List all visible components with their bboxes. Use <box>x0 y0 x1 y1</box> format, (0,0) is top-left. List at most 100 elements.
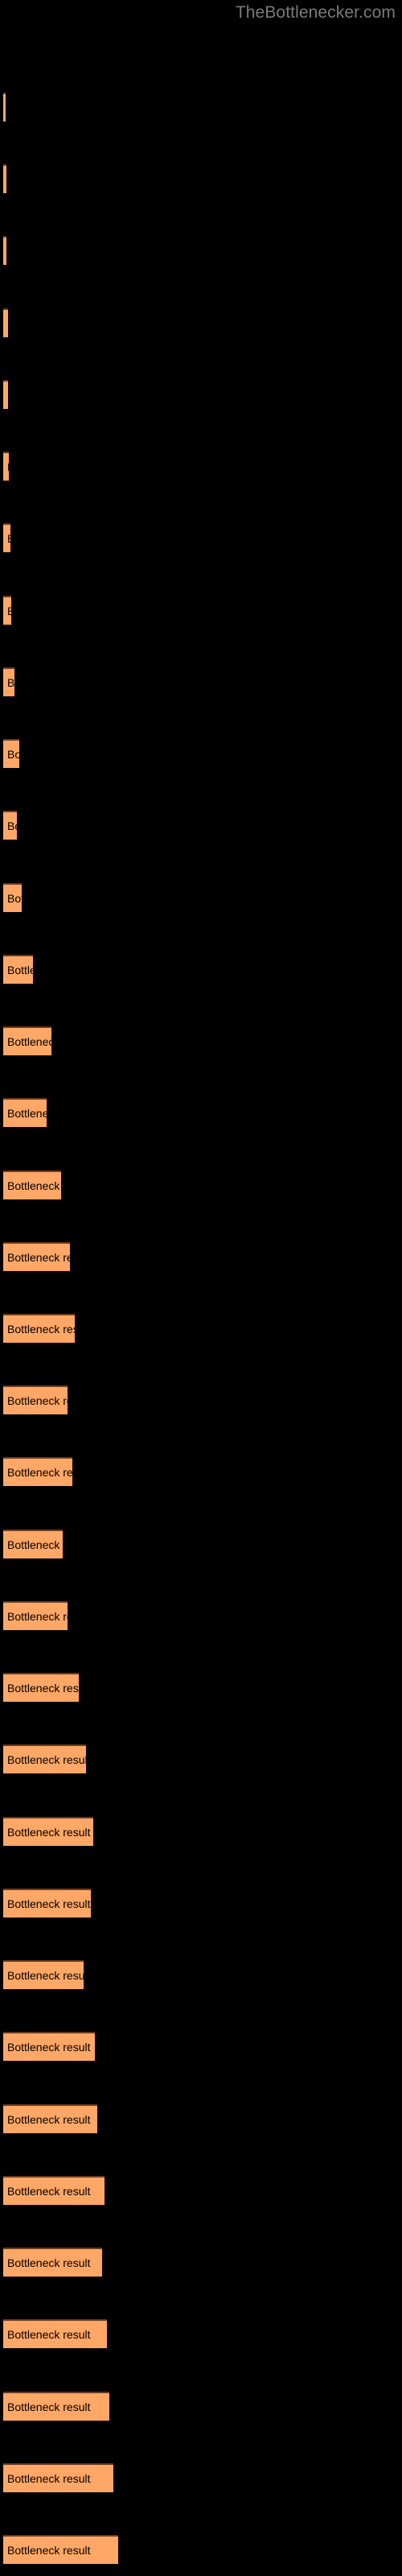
bar-label: Bottleneck result <box>7 318 8 329</box>
bar-label: Bottleneck result <box>7 2256 91 2269</box>
bar-31[interactable]: Bottleneck result <box>3 2248 102 2277</box>
bar-23[interactable]: Bottleneck result <box>3 1673 79 1702</box>
bar-row: Bottleneck result <box>0 1960 402 1989</box>
bar-label: Bottleneck result <box>7 2544 91 2557</box>
bar-30[interactable]: Bottleneck result <box>3 2176 105 2205</box>
bar-row: Bottleneck result <box>0 2104 402 2133</box>
bar-row: Bottleneck result <box>0 2463 402 2492</box>
bar-14[interactable]: Bottleneck result <box>3 1026 51 1055</box>
bar-label: Bottleneck result <box>7 1753 86 1766</box>
bar-row: Bottleneck result <box>0 1170 402 1199</box>
bar-label: Bottleneck result <box>7 461 9 473</box>
bar-label: Bottleneck result <box>7 1826 91 1839</box>
bar-label: Bottleneck result <box>7 1035 51 1048</box>
bar-label: Bottleneck result <box>7 819 17 832</box>
bar-22[interactable]: Bottleneck result <box>3 1601 68 1630</box>
bar-row: Bottleneck result <box>0 2535 402 2564</box>
bar-label: Bottleneck result <box>7 2472 91 2485</box>
bar-1[interactable]: Bottleneck result <box>3 93 6 122</box>
bar-row: Bottleneck result <box>0 2319 402 2348</box>
bar-label: Bottleneck result <box>7 533 10 544</box>
bar-label: Bottleneck result <box>7 2113 91 2126</box>
bar-label: Bottleneck result <box>7 1969 84 1982</box>
bar-row: Bottleneck result <box>0 1457 402 1486</box>
bar-label: Bottleneck result <box>7 1323 75 1335</box>
bar-label: Bottleneck result <box>7 2328 91 2341</box>
bar-11[interactable]: Bottleneck result <box>3 811 17 840</box>
bar-21[interactable]: Bottleneck result <box>3 1530 63 1558</box>
bar-27[interactable]: Bottleneck result <box>3 1960 84 1989</box>
bar-label: Bottleneck result <box>7 1682 79 1695</box>
bar-17[interactable]: Bottleneck result <box>3 1242 70 1271</box>
bar-row: Bottleneck result <box>0 2248 402 2277</box>
bar-6[interactable]: Bottleneck result <box>3 452 9 481</box>
bar-row: Bottleneck result <box>0 1530 402 1558</box>
bar-row: Bottleneck result <box>0 955 402 984</box>
bar-row: Bottleneck result <box>0 308 402 337</box>
bar-row: Bottleneck result <box>0 1242 402 1271</box>
bar-label: Bottleneck result <box>7 1179 61 1192</box>
bar-35[interactable]: Bottleneck result <box>3 2535 118 2564</box>
bar-row: Bottleneck result <box>0 164 402 193</box>
bar-19[interactable]: Bottleneck result <box>3 1385 68 1414</box>
bar-32[interactable]: Bottleneck result <box>3 2319 107 2348</box>
bar-row: Bottleneck result <box>0 1744 402 1773</box>
bar-13[interactable]: Bottleneck result <box>3 955 33 984</box>
bar-row: Bottleneck result <box>0 739 402 768</box>
bar-label: Bottleneck result <box>7 748 19 761</box>
bar-4[interactable]: Bottleneck result <box>3 308 8 337</box>
bar-row: Bottleneck result <box>0 1601 402 1630</box>
bar-row: Bottleneck result <box>0 2176 402 2205</box>
bar-row: Bottleneck result <box>0 452 402 481</box>
bar-10[interactable]: Bottleneck result <box>3 739 19 768</box>
bar-7[interactable]: Bottleneck result <box>3 523 10 552</box>
bar-label: Bottleneck result <box>7 1610 68 1623</box>
bar-26[interactable]: Bottleneck result <box>3 1889 91 1918</box>
bar-label: Bottleneck result <box>7 2185 91 2198</box>
bar-row: Bottleneck result <box>0 1026 402 1055</box>
bar-row: Bottleneck result <box>0 380 402 409</box>
bar-9[interactable]: Bottleneck result <box>3 667 14 696</box>
bar-29[interactable]: Bottleneck result <box>3 2104 97 2133</box>
bar-label: Bottleneck result <box>7 390 8 401</box>
bar-row: Bottleneck result <box>0 1817 402 1846</box>
bar-34[interactable]: Bottleneck result <box>3 2463 113 2492</box>
bar-18[interactable]: Bottleneck result <box>3 1314 75 1343</box>
bar-label: Bottleneck result <box>7 892 22 905</box>
bar-label: Bottleneck result <box>7 1897 91 1910</box>
bar-row: Bottleneck result <box>0 2392 402 2421</box>
bar-label: Bottleneck result <box>7 1251 70 1264</box>
bar-label: Bottleneck result <box>7 1107 47 1120</box>
bar-label: Bottleneck result <box>7 605 11 617</box>
bar-12[interactable]: Bottleneck result <box>3 883 22 912</box>
bar-label: Bottleneck result <box>7 2401 91 2413</box>
bar-16[interactable]: Bottleneck result <box>3 1170 61 1199</box>
bar-row: Bottleneck result <box>0 667 402 696</box>
bar-row: Bottleneck result <box>0 1314 402 1343</box>
bar-row: Bottleneck result <box>0 883 402 912</box>
bar-label: Bottleneck result <box>7 676 14 689</box>
bar-20[interactable]: Bottleneck result <box>3 1457 72 1486</box>
chart-page: TheBottlenecker.com Bottleneck resultBot… <box>0 0 402 2576</box>
bar-label: Bottleneck result <box>7 2041 91 2054</box>
bar-3[interactable]: Bottleneck result <box>3 236 6 265</box>
bar-8[interactable]: Bottleneck result <box>3 596 11 625</box>
bar-label: Bottleneck result <box>7 964 33 976</box>
bar-25[interactable]: Bottleneck result <box>3 1817 93 1846</box>
bar-row: Bottleneck result <box>0 93 402 122</box>
bar-row: Bottleneck result <box>0 523 402 552</box>
bar-15[interactable]: Bottleneck result <box>3 1098 47 1127</box>
bar-row: Bottleneck result <box>0 1889 402 1918</box>
bar-28[interactable]: Bottleneck result <box>3 2032 95 2061</box>
bar-2[interactable]: Bottleneck result <box>3 164 6 193</box>
bar-row: Bottleneck result <box>0 236 402 265</box>
bar-label: Bottleneck result <box>7 1466 72 1479</box>
bar-row: Bottleneck result <box>0 1385 402 1414</box>
bar-label: Bottleneck result <box>7 1538 63 1551</box>
bar-row: Bottleneck result <box>0 596 402 625</box>
bar-33[interactable]: Bottleneck result <box>3 2392 109 2421</box>
bar-row: Bottleneck result <box>0 811 402 840</box>
bar-24[interactable]: Bottleneck result <box>3 1744 86 1773</box>
bar-5[interactable]: Bottleneck result <box>3 380 8 409</box>
bar-row: Bottleneck result <box>0 1098 402 1127</box>
